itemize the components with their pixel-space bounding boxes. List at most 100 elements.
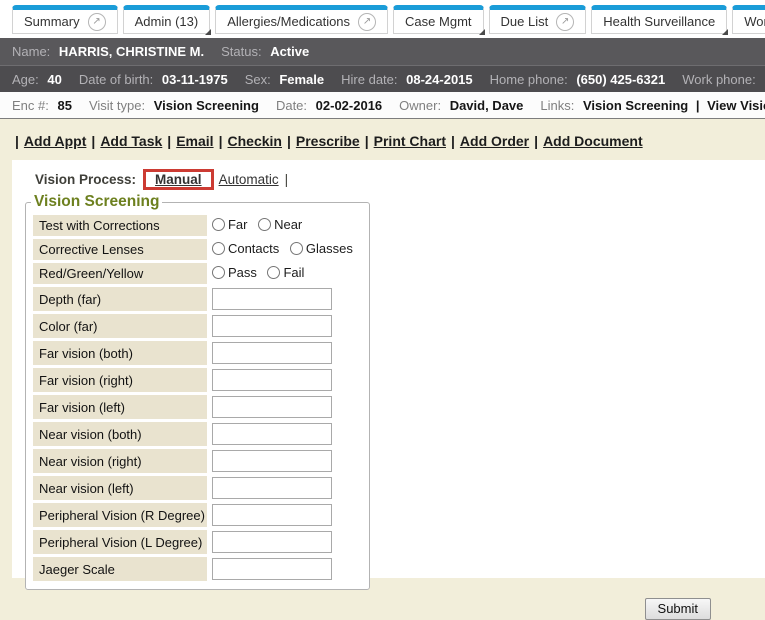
vision-process-link-manual[interactable]: Manual bbox=[155, 172, 202, 187]
action-link-add-document[interactable]: Add Document bbox=[543, 133, 643, 149]
external-link-icon[interactable]: ↗ bbox=[556, 13, 574, 31]
radio-option[interactable]: Glasses bbox=[290, 241, 353, 256]
tab-allergies-medications[interactable]: Allergies/Medications ↗ bbox=[215, 5, 388, 34]
external-link-icon[interactable]: ↗ bbox=[88, 13, 106, 31]
links-group: Links: Vision Screening | View Vision Sc… bbox=[540, 98, 765, 113]
vision-process-link-automatic[interactable]: Automatic bbox=[219, 172, 279, 187]
action-link-prescribe[interactable]: Prescribe bbox=[296, 133, 360, 149]
links-separator: | bbox=[696, 98, 700, 113]
radio-test-with-corrections-far[interactable] bbox=[212, 218, 225, 231]
radio-red-green-yellow-fail[interactable] bbox=[267, 266, 280, 279]
link-view-vision-screening[interactable]: View Vision Screening bbox=[707, 98, 765, 113]
radio-corrective-lenses-glasses[interactable] bbox=[290, 242, 303, 255]
radio-option[interactable]: Far bbox=[212, 217, 248, 232]
input-far-vision-left[interactable] bbox=[212, 396, 332, 418]
tab-summary[interactable]: Summary ↗ bbox=[12, 5, 118, 34]
links-label: Links: bbox=[540, 98, 574, 113]
action-link-print-chart[interactable]: Print Chart bbox=[374, 133, 446, 149]
action-link-add-appt[interactable]: Add Appt bbox=[24, 133, 86, 149]
action-link-separator: | bbox=[91, 133, 95, 149]
status-badge: Active bbox=[270, 44, 309, 59]
form-row-control-cell bbox=[210, 287, 361, 311]
status-label: Status: bbox=[221, 44, 261, 59]
tab-due-list[interactable]: Due List ↗ bbox=[489, 5, 587, 34]
input-depth-far[interactable] bbox=[212, 288, 332, 310]
content-panel: Vision Process: ManualAutomatic | Vision… bbox=[12, 160, 765, 578]
form-row: Peripheral Vision (L Degree) bbox=[33, 530, 361, 554]
form-row-label: Near vision (left) bbox=[39, 481, 134, 496]
action-link-add-order[interactable]: Add Order bbox=[460, 133, 529, 149]
enc-number-group: Enc #: 85 bbox=[12, 98, 72, 113]
radio-red-green-yellow-pass[interactable] bbox=[212, 266, 225, 279]
input-peripheral-vision-r-degree[interactable] bbox=[212, 504, 332, 526]
link-vision-screening[interactable]: Vision Screening bbox=[583, 98, 688, 113]
sex-value: Female bbox=[279, 72, 324, 87]
work-phone-label: Work phone: bbox=[682, 72, 755, 87]
form-row-label: Depth (far) bbox=[39, 292, 101, 307]
radio-test-with-corrections-near[interactable] bbox=[258, 218, 271, 231]
enc-number-label: Enc #: bbox=[12, 98, 49, 113]
input-far-vision-right[interactable] bbox=[212, 369, 332, 391]
input-jaeger-scale[interactable] bbox=[212, 558, 332, 580]
input-peripheral-vision-l-degree[interactable] bbox=[212, 531, 332, 553]
vision-process-trailing-separator: | bbox=[285, 172, 289, 187]
tab-menu-caret-icon bbox=[479, 29, 485, 35]
input-near-vision-both[interactable] bbox=[212, 423, 332, 445]
form-row-control-cell bbox=[210, 422, 361, 446]
radio-option[interactable]: Pass bbox=[212, 265, 257, 280]
form-row: Corrective Lenses Contacts Glasses bbox=[33, 239, 361, 260]
form-row-label-cell: Depth (far) bbox=[33, 287, 207, 311]
radio-option[interactable]: Fail bbox=[267, 265, 304, 280]
action-link-separator: | bbox=[451, 133, 455, 149]
patient-status-group: Status: Active bbox=[221, 44, 309, 59]
action-link-separator: | bbox=[167, 133, 171, 149]
patient-demographics-bar: Age: 40 Date of birth: 03-11-1975 Sex: F… bbox=[0, 65, 765, 92]
name-label: Name: bbox=[12, 44, 50, 59]
input-near-vision-left[interactable] bbox=[212, 477, 332, 499]
form-row-label: Far vision (left) bbox=[39, 400, 125, 415]
radio-option-label: Pass bbox=[228, 265, 257, 280]
action-link-email[interactable]: Email bbox=[176, 133, 213, 149]
form-row: Near vision (both) bbox=[33, 422, 361, 446]
radio-corrective-lenses-contacts[interactable] bbox=[212, 242, 225, 255]
form-row-label-cell: Near vision (right) bbox=[33, 449, 207, 473]
radio-option[interactable]: Contacts bbox=[212, 241, 279, 256]
form-row: Color (far) bbox=[33, 314, 361, 338]
tab-label: Due List bbox=[501, 14, 549, 29]
form-row-label: Far vision (right) bbox=[39, 373, 133, 388]
tab-case-mgmt[interactable]: Case Mgmt bbox=[393, 5, 483, 34]
form-row: Far vision (both) bbox=[33, 341, 361, 365]
action-link-checkin[interactable]: Checkin bbox=[228, 133, 282, 149]
radio-option-label: Glasses bbox=[306, 241, 353, 256]
visit-type-group: Visit type: Vision Screening bbox=[89, 98, 259, 113]
radio-option-label: Fail bbox=[283, 265, 304, 280]
form-row-control-cell bbox=[210, 368, 361, 392]
submit-button[interactable]: Submit bbox=[645, 598, 711, 620]
tab-work-status[interactable]: Work Status ↗ bbox=[732, 5, 765, 34]
radio-option-label: Far bbox=[228, 217, 248, 232]
form-row-label-cell: Peripheral Vision (L Degree) bbox=[33, 530, 207, 554]
form-row-control-cell bbox=[210, 341, 361, 365]
form-row: Far vision (right) bbox=[33, 368, 361, 392]
form-row-label-cell: Near vision (both) bbox=[33, 422, 207, 446]
form-row: Near vision (right) bbox=[33, 449, 361, 473]
form-row-label-cell: Red/Green/Yellow bbox=[33, 263, 207, 284]
action-link-add-task[interactable]: Add Task bbox=[100, 133, 162, 149]
tab-admin-13[interactable]: Admin (13) bbox=[123, 5, 211, 34]
input-near-vision-right[interactable] bbox=[212, 450, 332, 472]
radio-option[interactable]: Near bbox=[258, 217, 302, 232]
vision-form-body: Test with Corrections Far Near Correctiv… bbox=[33, 215, 361, 581]
form-row: Jaeger Scale bbox=[33, 557, 361, 581]
form-row-control-cell bbox=[210, 557, 361, 581]
form-row: Far vision (left) bbox=[33, 395, 361, 419]
external-link-icon[interactable]: ↗ bbox=[358, 13, 376, 31]
owner-value: David, Dave bbox=[450, 98, 524, 113]
form-row-label: Corrective Lenses bbox=[39, 242, 144, 257]
form-row-control-cell bbox=[210, 476, 361, 500]
input-color-far[interactable] bbox=[212, 315, 332, 337]
form-row-label-cell: Corrective Lenses bbox=[33, 239, 207, 260]
input-far-vision-both[interactable] bbox=[212, 342, 332, 364]
tab-health-surveillance[interactable]: Health Surveillance bbox=[591, 5, 727, 34]
hire-date-value: 08-24-2015 bbox=[406, 72, 473, 87]
action-link-separator: | bbox=[534, 133, 538, 149]
